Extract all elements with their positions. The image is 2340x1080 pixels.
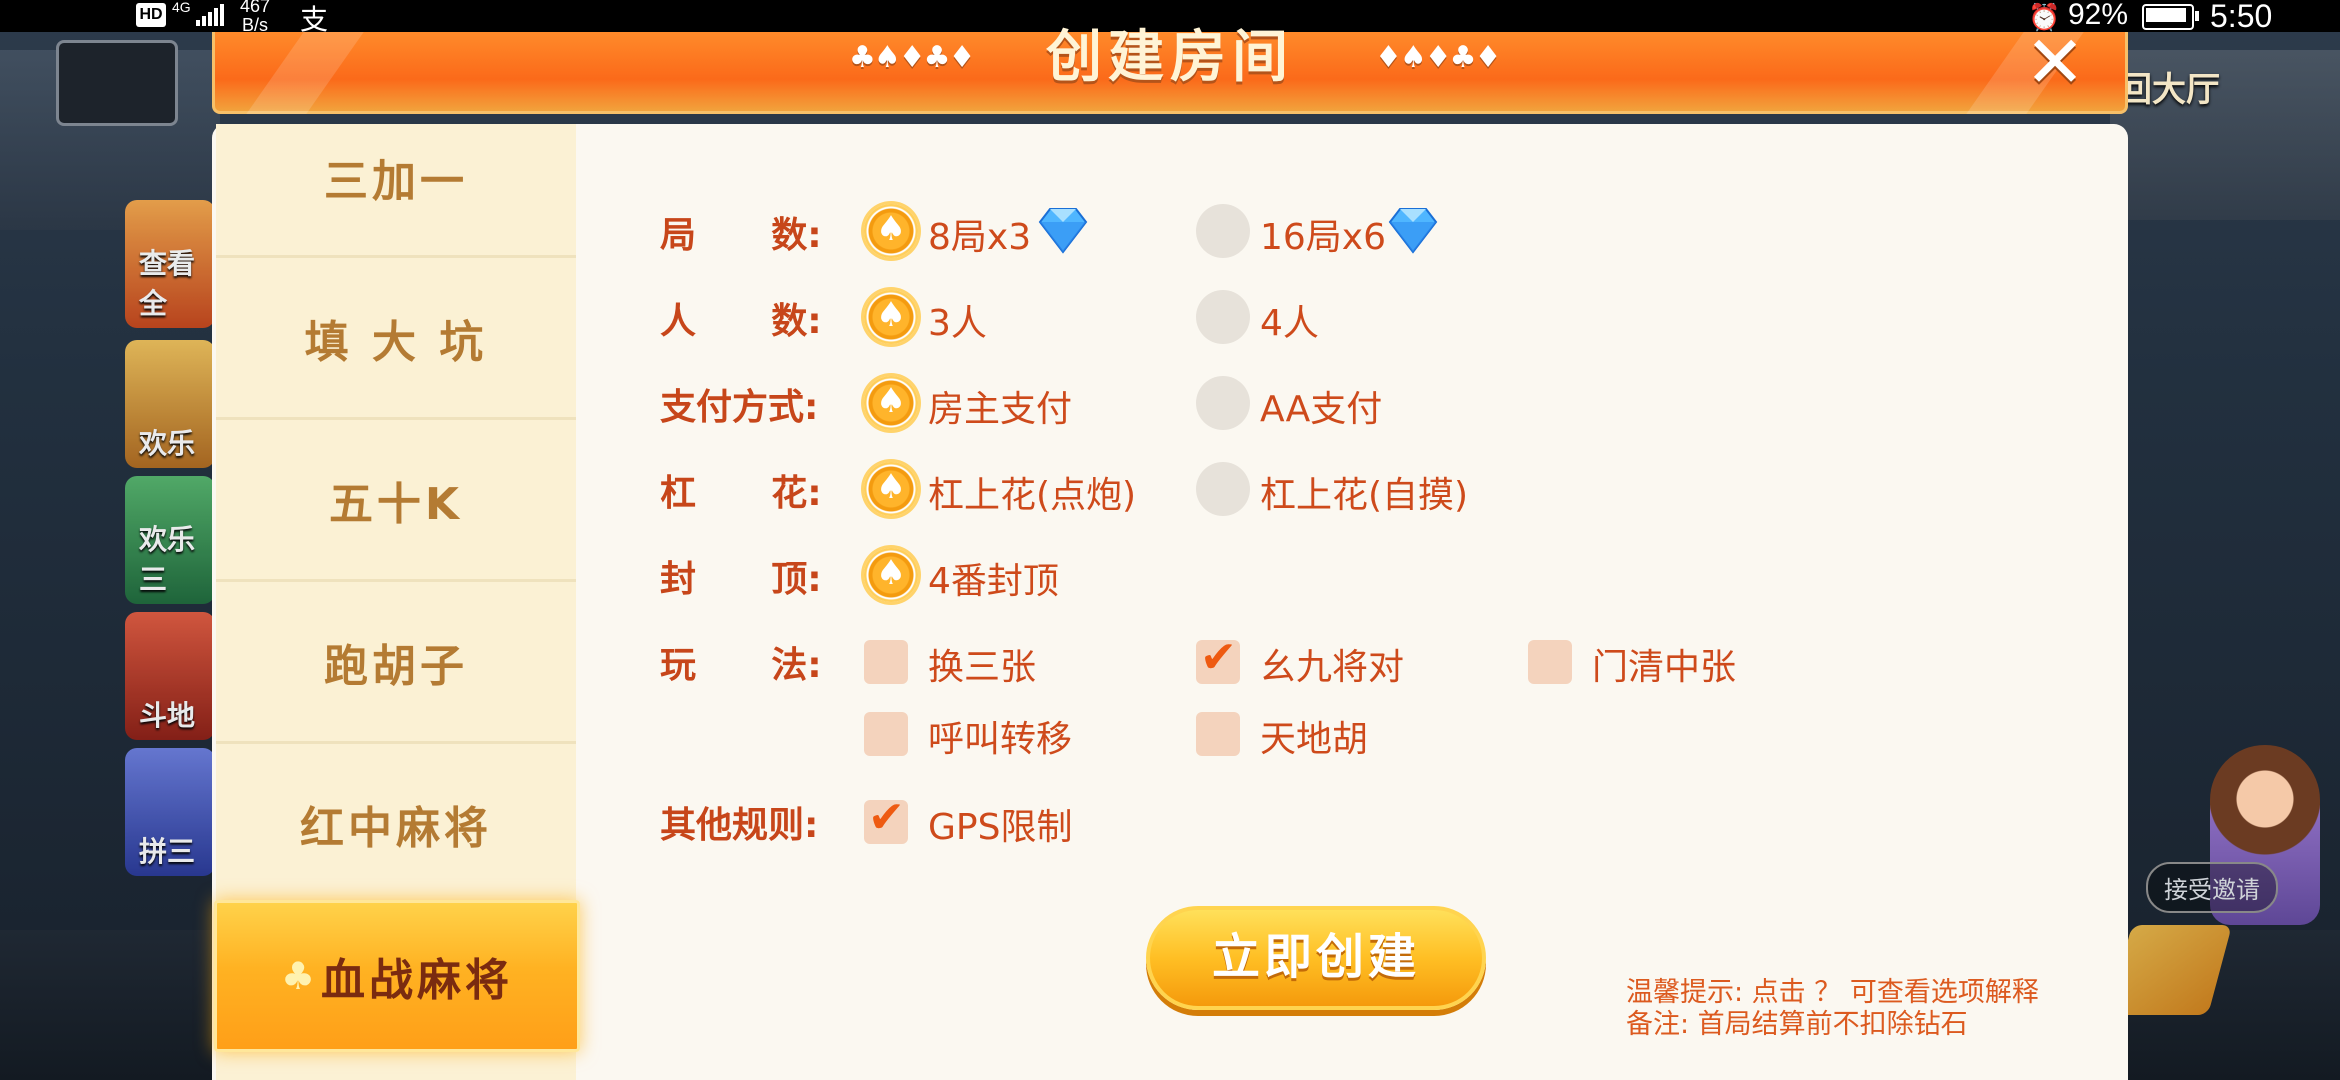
create-room-dialog: ♣♠♦♣♦ 创建房间 ♦♠♦♣♦ ✕ 三加一 填 大 坑 五十K 跑胡子 红中麻… bbox=[212, 22, 2128, 1080]
dialog-body: 三加一 填 大 坑 五十K 跑胡子 红中麻将 ♣ 血战麻将 局 数: 8局x3 bbox=[212, 124, 2128, 1080]
play-option-tiandihu[interactable]: 天地胡 bbox=[1260, 710, 1368, 762]
accept-invite-button[interactable]: 接受邀请 bbox=[2146, 862, 2278, 913]
other-option-gps[interactable]: GPS限制 bbox=[928, 798, 1072, 850]
other-checkbox-gps[interactable] bbox=[864, 792, 908, 844]
rounds-option-8[interactable]: 8局x3 bbox=[928, 208, 1031, 260]
club-icon: ♣ bbox=[280, 954, 320, 998]
player-avatar[interactable] bbox=[56, 40, 178, 126]
cap-radio-4fan[interactable] bbox=[864, 548, 918, 602]
suits-decoration-right: ♦♠♦♣♦ bbox=[1375, 40, 1501, 75]
sidebar-item-label: 红中麻将 bbox=[300, 802, 492, 854]
game-card[interactable]: 查看全 bbox=[125, 200, 215, 328]
diamond-icon bbox=[1388, 208, 1438, 254]
game-card-label: 拼三 bbox=[139, 835, 196, 868]
payment-option-aa[interactable]: AA支付 bbox=[1260, 380, 1382, 432]
play-option-yaojiu[interactable]: 幺九将对 bbox=[1260, 638, 1404, 690]
players-option-4[interactable]: 4人 bbox=[1260, 294, 1319, 346]
rounds-radio-8[interactable] bbox=[864, 204, 918, 258]
dialog-title: 创建房间 bbox=[1046, 25, 1294, 90]
sidebar-item-tiandakeng[interactable]: 填 大 坑 bbox=[216, 258, 576, 420]
sidebar-item-paohuzi[interactable]: 跑胡子 bbox=[216, 582, 576, 744]
game-card-label: 欢乐三 bbox=[139, 523, 196, 596]
back-to-hall-label[interactable]: 回大厅 bbox=[2118, 62, 2220, 111]
other-rules-label: 其他规则: bbox=[660, 805, 819, 846]
players-radio-3[interactable] bbox=[864, 290, 918, 344]
game-card-label: 查看全 bbox=[139, 247, 196, 320]
clock: 5:50 bbox=[2210, 0, 2273, 34]
sidebar-item-label: 血战麻将 bbox=[321, 955, 514, 1006]
tip-note: 备注: 首局结算前不扣除钻石 bbox=[1626, 1009, 1968, 1040]
payment-radio-owner[interactable] bbox=[864, 376, 918, 430]
close-icon[interactable]: ✕ bbox=[2015, 22, 2095, 102]
payment-option-owner[interactable]: 房主支付 bbox=[928, 380, 1072, 432]
game-card[interactable]: 欢乐三 bbox=[125, 476, 215, 604]
create-now-button[interactable]: 立即创建 bbox=[1146, 906, 1486, 1010]
play-checkbox-menqing[interactable] bbox=[1528, 640, 1572, 684]
players-label: 人 数: bbox=[660, 301, 822, 342]
gang-flower-label: 杠 花: bbox=[660, 473, 822, 514]
game-card[interactable]: 拼三 bbox=[125, 748, 215, 876]
rounds-radio-16[interactable] bbox=[1196, 204, 1250, 258]
game-card[interactable]: 斗地 bbox=[125, 612, 215, 740]
game-type-sidebar: 三加一 填 大 坑 五十K 跑胡子 红中麻将 ♣ 血战麻将 bbox=[214, 124, 580, 1080]
play-checkbox-yaojiu[interactable] bbox=[1196, 632, 1240, 684]
play-option-menqing[interactable]: 门清中张 bbox=[1592, 638, 1736, 690]
game-card-label: 斗地 bbox=[139, 699, 196, 732]
gang-flower-radio-dianpao[interactable] bbox=[864, 462, 918, 516]
battery-icon bbox=[2142, 4, 2199, 30]
play-checkbox-huansanzhang[interactable] bbox=[864, 640, 908, 684]
network-type: 4G bbox=[172, 0, 191, 15]
sidebar-item-sanjiayi[interactable]: 三加一 bbox=[216, 98, 576, 258]
sidebar-item-hongzhong-mahjong[interactable]: 红中麻将 bbox=[216, 744, 576, 906]
play-label: 玩 法: bbox=[660, 645, 822, 686]
game-card[interactable]: 欢乐 bbox=[125, 340, 215, 468]
sidebar-item-xuezhan-mahjong[interactable]: ♣ 血战麻将 bbox=[214, 900, 580, 1052]
payment-radio-aa[interactable] bbox=[1196, 376, 1250, 430]
hd-badge: HD bbox=[136, 3, 166, 27]
game-card-label: 欢乐 bbox=[139, 427, 196, 460]
gang-flower-option-zimo[interactable]: 杠上花(自摸) bbox=[1260, 466, 1468, 518]
rounds-option-16[interactable]: 16局x6 bbox=[1260, 208, 1386, 260]
play-checkbox-hujiao[interactable] bbox=[864, 712, 908, 756]
players-option-3[interactable]: 3人 bbox=[928, 294, 987, 346]
sidebar-item-wushik[interactable]: 五十K bbox=[216, 420, 576, 582]
players-radio-4[interactable] bbox=[1196, 290, 1250, 344]
sidebar-item-label: 填 大 坑 bbox=[304, 316, 488, 368]
gang-flower-option-dianpao[interactable]: 杠上花(点炮) bbox=[928, 466, 1136, 518]
sidebar-item-label: 五十K bbox=[328, 478, 464, 530]
cap-option-4fan[interactable]: 4番封顶 bbox=[928, 552, 1059, 604]
payment-label: 支付方式: bbox=[660, 387, 819, 428]
play-checkbox-tiandihu[interactable] bbox=[1196, 712, 1240, 756]
sidebar-item-label: 三加一 bbox=[324, 155, 468, 207]
sidebar-item-label: 跑胡子 bbox=[324, 640, 468, 692]
gang-flower-radio-zimo[interactable] bbox=[1196, 462, 1250, 516]
diamond-icon bbox=[1038, 208, 1088, 254]
play-option-huansanzhang[interactable]: 换三张 bbox=[928, 638, 1036, 690]
cap-label: 封 顶: bbox=[660, 559, 822, 600]
play-option-hujiao[interactable]: 呼叫转移 bbox=[928, 710, 1072, 762]
rounds-label: 局 数: bbox=[660, 215, 822, 256]
